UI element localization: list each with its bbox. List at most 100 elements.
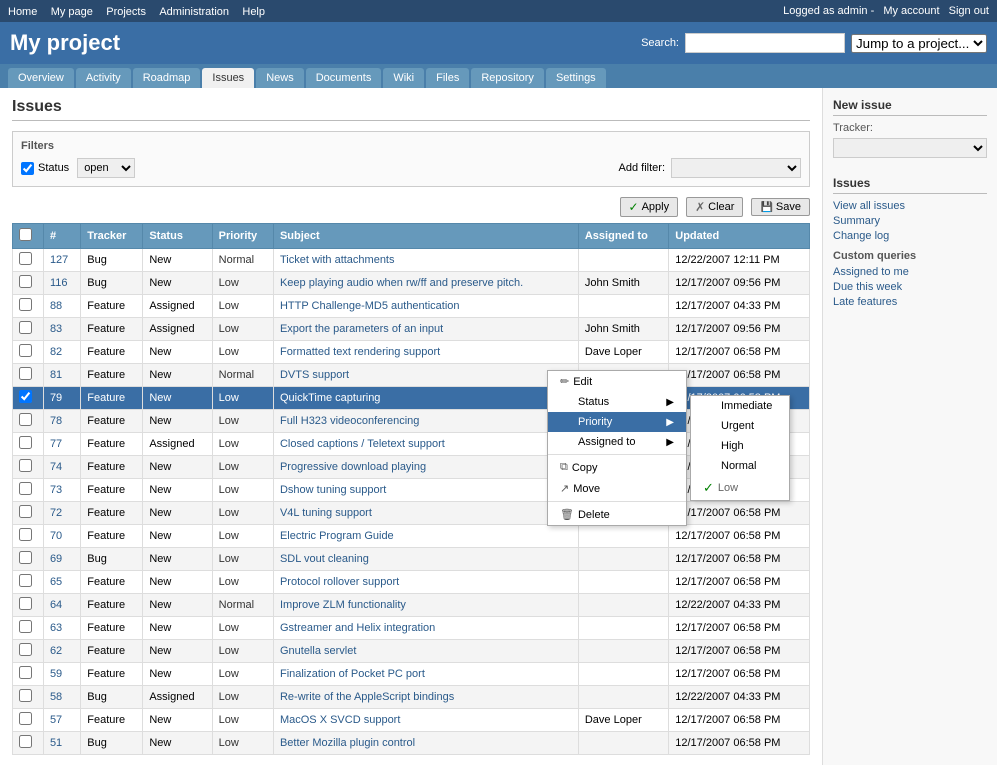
save-button[interactable]: Save xyxy=(751,198,810,216)
issue-id-link[interactable]: 59 xyxy=(50,668,62,680)
jump-to-project-select[interactable]: Jump to a project... xyxy=(851,34,987,53)
table-row[interactable]: 58 Bug Assigned Low Re-write of the Appl… xyxy=(13,686,810,709)
row-checkbox[interactable] xyxy=(13,341,44,364)
issue-id-link[interactable]: 116 xyxy=(50,277,68,289)
row-checkbox[interactable] xyxy=(13,686,44,709)
change-log-link[interactable]: Change log xyxy=(833,230,987,242)
issue-id-link[interactable]: 82 xyxy=(50,346,62,358)
row-checkbox[interactable] xyxy=(13,249,44,272)
issue-subject-link[interactable]: Export the parameters of an input xyxy=(280,323,443,335)
issue-id-link[interactable]: 78 xyxy=(50,415,62,427)
issue-subject-link[interactable]: Improve ZLM functionality xyxy=(280,599,406,611)
row-checkbox[interactable] xyxy=(13,318,44,341)
table-row[interactable]: 59 Feature New Low Finalization of Pocke… xyxy=(13,663,810,686)
issue-id-link[interactable]: 74 xyxy=(50,461,62,473)
nav-help[interactable]: Help xyxy=(242,6,265,18)
issue-id-link[interactable]: 51 xyxy=(50,737,62,749)
summary-link[interactable]: Summary xyxy=(833,215,987,227)
tab-issues[interactable]: Issues xyxy=(202,68,254,88)
custom-query-2[interactable]: Due this week xyxy=(833,281,987,293)
row-select-checkbox[interactable] xyxy=(19,620,32,633)
issue-subject-link[interactable]: Gstreamer and Helix integration xyxy=(280,622,435,634)
menu-copy[interactable]: ⧉ Copy xyxy=(548,457,686,478)
row-select-checkbox[interactable] xyxy=(19,390,32,403)
apply-button[interactable]: Apply xyxy=(620,197,679,217)
issue-subject-link[interactable]: DVTS support xyxy=(280,369,349,381)
table-row[interactable]: 82 Feature New Low Formatted text render… xyxy=(13,341,810,364)
issue-id-link[interactable]: 70 xyxy=(50,530,62,542)
issue-subject-link[interactable]: Formatted text rendering support xyxy=(280,346,440,358)
nav-projects[interactable]: Projects xyxy=(106,6,146,18)
my-account-link[interactable]: My account xyxy=(883,5,939,17)
menu-status[interactable]: Status ▶ xyxy=(548,392,686,412)
row-select-checkbox[interactable] xyxy=(19,505,32,518)
table-row[interactable]: 81 Feature New Normal DVTS support 12/17… xyxy=(13,364,810,387)
col-id[interactable]: # xyxy=(43,224,80,249)
row-checkbox[interactable] xyxy=(13,732,44,755)
nav-administration[interactable]: Administration xyxy=(159,6,229,18)
issue-id-link[interactable]: 83 xyxy=(50,323,62,335)
issue-subject-link[interactable]: Better Mozilla plugin control xyxy=(280,737,415,749)
row-checkbox[interactable] xyxy=(13,617,44,640)
issue-id-link[interactable]: 79 xyxy=(50,392,62,404)
issue-subject-link[interactable]: Finalization of Pocket PC port xyxy=(280,668,425,680)
tab-wiki[interactable]: Wiki xyxy=(383,68,424,88)
issue-subject-link[interactable]: Full H323 videoconferencing xyxy=(280,415,419,427)
table-row[interactable]: 116 Bug New Low Keep playing audio when … xyxy=(13,272,810,295)
table-row[interactable]: 64 Feature New Normal Improve ZLM functi… xyxy=(13,594,810,617)
tracker-select[interactable] xyxy=(833,138,987,158)
row-select-checkbox[interactable] xyxy=(19,551,32,564)
row-select-checkbox[interactable] xyxy=(19,367,32,380)
priority-normal[interactable]: Normal xyxy=(691,456,789,476)
menu-delete[interactable]: 🗑 Delete xyxy=(548,504,686,525)
row-checkbox[interactable] xyxy=(13,479,44,502)
row-checkbox[interactable] xyxy=(13,525,44,548)
col-tracker[interactable]: Tracker xyxy=(81,224,143,249)
issue-subject-link[interactable]: Progressive download playing xyxy=(280,461,426,473)
table-row[interactable]: 72 Feature New Low V4L tuning support 12… xyxy=(13,502,810,525)
issue-subject-link[interactable]: MacOS X SVCD support xyxy=(280,714,400,726)
menu-move[interactable]: ↗ Move xyxy=(548,478,686,499)
row-checkbox[interactable] xyxy=(13,272,44,295)
issue-subject-link[interactable]: SDL vout cleaning xyxy=(280,553,369,565)
issue-id-link[interactable]: 65 xyxy=(50,576,62,588)
tab-files[interactable]: Files xyxy=(426,68,469,88)
issue-id-link[interactable]: 72 xyxy=(50,507,62,519)
row-checkbox[interactable] xyxy=(13,502,44,525)
issue-subject-link[interactable]: Closed captions / Teletext support xyxy=(280,438,445,450)
row-checkbox[interactable] xyxy=(13,571,44,594)
row-checkbox[interactable] xyxy=(13,433,44,456)
table-row[interactable]: 62 Feature New Low Gnutella servlet 12/1… xyxy=(13,640,810,663)
issue-id-link[interactable]: 73 xyxy=(50,484,62,496)
issue-subject-link[interactable]: Dshow tuning support xyxy=(280,484,386,496)
row-checkbox[interactable] xyxy=(13,663,44,686)
issue-subject-link[interactable]: Electric Program Guide xyxy=(280,530,394,542)
row-select-checkbox[interactable] xyxy=(19,597,32,610)
table-row[interactable]: 63 Feature New Low Gstreamer and Helix i… xyxy=(13,617,810,640)
issue-id-link[interactable]: 127 xyxy=(50,254,68,266)
issue-id-link[interactable]: 57 xyxy=(50,714,62,726)
row-checkbox[interactable] xyxy=(13,594,44,617)
issue-id-link[interactable]: 62 xyxy=(50,645,62,657)
row-checkbox[interactable] xyxy=(13,548,44,571)
priority-immediate[interactable]: Immediate xyxy=(691,396,789,416)
issue-id-link[interactable]: 77 xyxy=(50,438,62,450)
col-priority[interactable]: Priority xyxy=(212,224,273,249)
tab-roadmap[interactable]: Roadmap xyxy=(133,68,201,88)
table-row[interactable]: 65 Feature New Low Protocol rollover sup… xyxy=(13,571,810,594)
col-status[interactable]: Status xyxy=(143,224,212,249)
issue-subject-link[interactable]: V4L tuning support xyxy=(280,507,372,519)
row-select-checkbox[interactable] xyxy=(19,666,32,679)
row-select-checkbox[interactable] xyxy=(19,689,32,702)
row-select-checkbox[interactable] xyxy=(19,321,32,334)
col-updated[interactable]: Updated xyxy=(669,224,810,249)
table-row[interactable]: 83 Feature Assigned Low Export the param… xyxy=(13,318,810,341)
table-row[interactable]: 51 Bug New Low Better Mozilla plugin con… xyxy=(13,732,810,755)
add-filter-select[interactable] xyxy=(671,158,801,178)
status-select[interactable]: open closed all xyxy=(77,158,135,178)
priority-urgent[interactable]: Urgent xyxy=(691,416,789,436)
table-row[interactable]: 57 Feature New Low MacOS X SVCD support … xyxy=(13,709,810,732)
nav-mypage[interactable]: My page xyxy=(51,6,93,18)
issue-subject-link[interactable]: Protocol rollover support xyxy=(280,576,399,588)
issue-id-link[interactable]: 81 xyxy=(50,369,62,381)
